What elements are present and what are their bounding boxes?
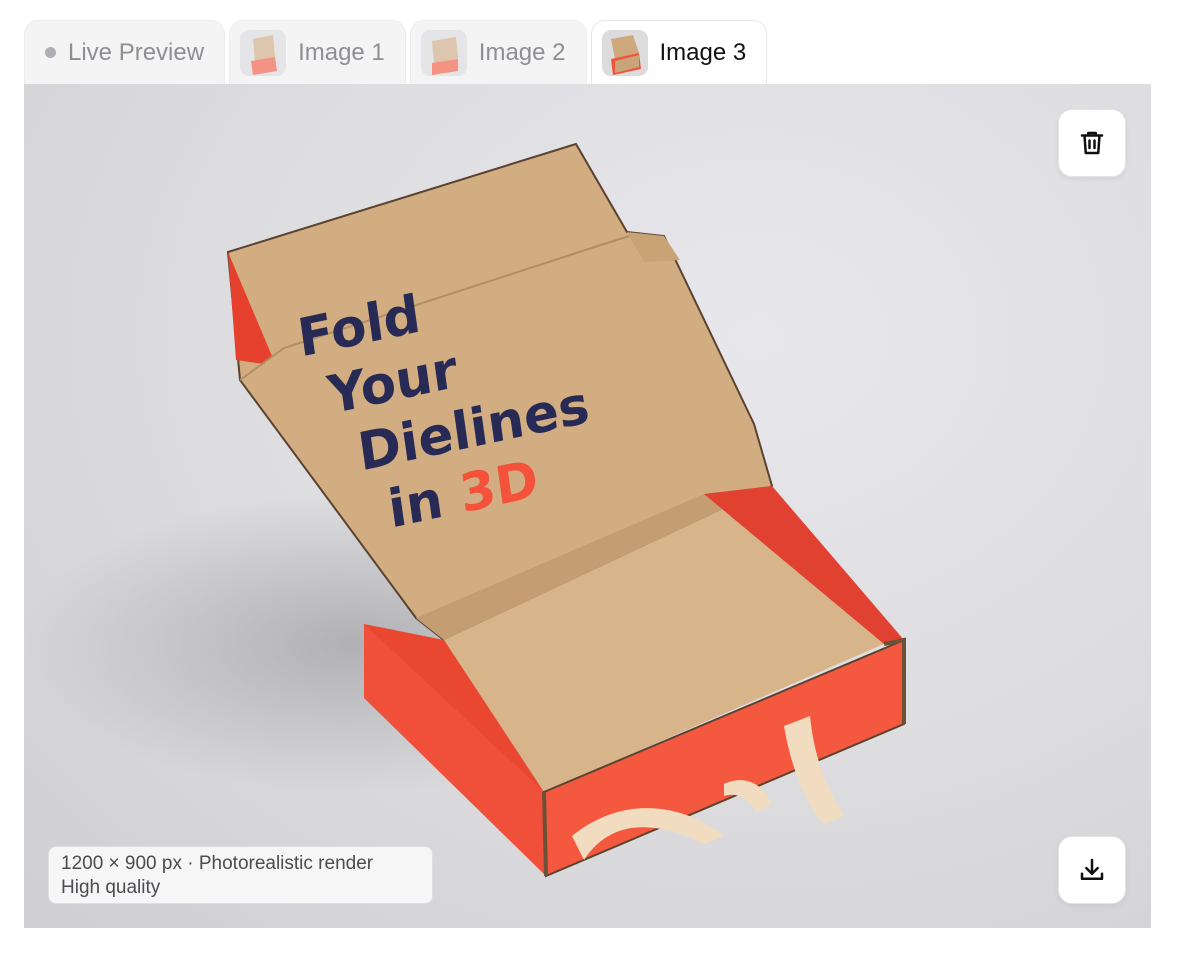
tab-image-1[interactable]: Image 1 [229,20,406,84]
thumbnail [601,29,648,76]
dot-icon [45,47,56,58]
tab-label: Image 1 [298,38,385,66]
tab-image-3[interactable]: Image 3 [590,20,768,84]
image-info-quality: High quality [61,877,161,898]
tab-image-2[interactable]: Image 2 [409,20,587,84]
rendered-box-image [24,142,906,878]
thumbnail [240,29,287,76]
box-print-line: in [384,469,447,541]
thumbnail [420,29,467,76]
image-info-overlay: 1200 × 900 px · Photorealistic render Hi… [48,846,433,904]
tab-label: Image 2 [478,38,566,66]
image-viewer: Fold Your Dielines in 3D 1200 × 900 px ·… [24,84,1151,928]
trash-icon [1080,131,1104,155]
tab-live-preview[interactable]: Live Preview [24,20,226,84]
download-button[interactable] [1058,836,1126,904]
delete-button[interactable] [1058,109,1126,177]
tab-label: Image 3 [659,38,747,66]
tab-label: Live Preview [68,38,205,66]
download-icon [1080,858,1104,880]
image-info-details: 1200 × 900 px · Photorealistic render [61,853,374,874]
tab-bar: Live Preview Image 1 Image 2 Image 3 [24,20,768,84]
